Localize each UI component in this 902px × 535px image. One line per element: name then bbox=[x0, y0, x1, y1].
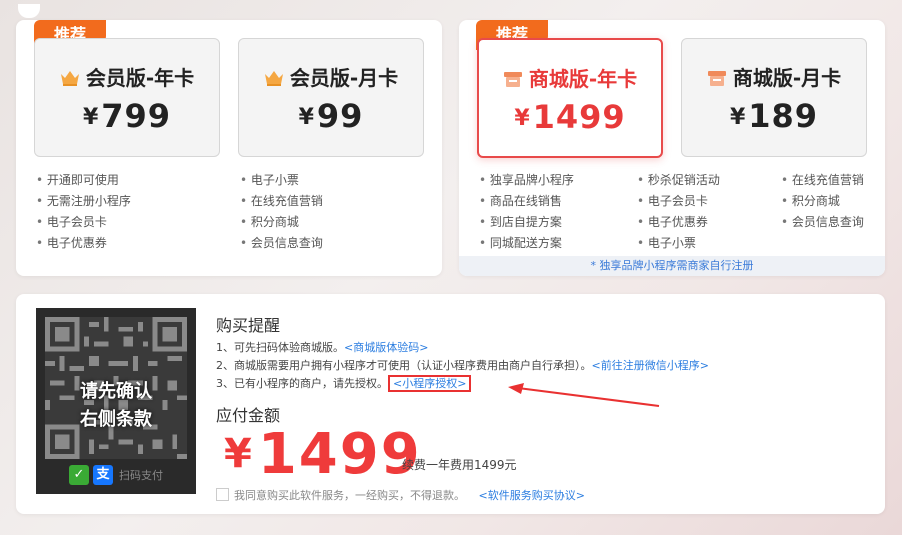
feature-item: 会员信息查询 bbox=[240, 233, 323, 254]
annotation-arrow-icon bbox=[508, 383, 660, 407]
feature-item: 积分商城 bbox=[781, 191, 864, 212]
currency-symbol: ¥ bbox=[514, 106, 531, 131]
experience-code-link[interactable]: <商城版体验码> bbox=[344, 341, 428, 354]
qr-confirm-overlay: 请先确认 右侧条款 bbox=[36, 378, 196, 434]
scan-pay-label: 扫码支付 bbox=[119, 468, 163, 482]
plan-card-price: ¥799 bbox=[35, 97, 219, 135]
qr-footer: ✓ 支扫码支付 bbox=[36, 464, 196, 486]
agree-text: 我同意购买此软件服务，一经购买，不得退款。 bbox=[234, 489, 465, 502]
tip-1: 1、可先扫码体验商城版。<商城版体验码> bbox=[216, 339, 428, 355]
feature-list: 秒杀促销活动 电子会员卡 电子优惠券 电子小票 bbox=[637, 170, 720, 254]
plan-title-text: 会员版-年卡 bbox=[85, 66, 195, 90]
plan-title-text: 商城版-年卡 bbox=[528, 67, 638, 91]
currency-symbol: ¥ bbox=[729, 105, 747, 130]
plan-card-title: 商城版-年卡 bbox=[479, 63, 661, 93]
feature-item: 电子会员卡 bbox=[637, 191, 720, 212]
plan-card-title: 商城版-月卡 bbox=[682, 62, 866, 92]
price-value: 799 bbox=[101, 97, 172, 135]
feature-item: 电子小票 bbox=[240, 170, 323, 191]
member-plan-panel: 推荐 会员版-年卡 ¥799 会员版-月卡 ¥99 开通即可使用 无需注册小程序… bbox=[16, 4, 442, 276]
crown-icon bbox=[60, 68, 80, 92]
crown-icon bbox=[264, 68, 284, 92]
feature-item: 独享品牌小程序 bbox=[479, 170, 574, 191]
plan-card-member-month[interactable]: 会员版-月卡 ¥99 bbox=[238, 38, 424, 157]
feature-item: 电子会员卡 bbox=[36, 212, 131, 233]
feature-list: 开通即可使用 无需注册小程序 电子会员卡 电子优惠券 bbox=[36, 170, 131, 254]
feature-item: 开通即可使用 bbox=[36, 170, 131, 191]
feature-item: 电子优惠券 bbox=[36, 233, 131, 254]
register-miniprogram-link[interactable]: <前往注册微信小程序> bbox=[592, 359, 709, 372]
currency-symbol: ¥ bbox=[224, 431, 254, 477]
wechat-pay-icon: ✓ bbox=[69, 464, 89, 485]
feature-item: 无需注册小程序 bbox=[36, 191, 131, 212]
feature-item: 积分商城 bbox=[240, 212, 323, 233]
feature-item: 在线充值营销 bbox=[240, 191, 323, 212]
plan-card-member-year[interactable]: 会员版-年卡 ¥799 bbox=[34, 38, 220, 157]
miniprogram-authorize-link[interactable]: <小程序授权> bbox=[388, 375, 472, 392]
payment-qr-code[interactable]: 请先确认 右侧条款 ✓ 支扫码支付 bbox=[36, 308, 196, 494]
tip-2: 2、商城版需要用户拥有小程序才可使用（认证小程序费用由商户自行承担）。<前往注册… bbox=[216, 357, 709, 373]
agreement-row: 我同意购买此软件服务，一经购买，不得退款。 <软件服务购买协议> bbox=[216, 487, 585, 503]
price-value: 189 bbox=[748, 97, 819, 135]
price-value: 99 bbox=[316, 97, 364, 135]
panel-tab-notch bbox=[18, 4, 40, 18]
purchase-panel: 请先确认 右侧条款 ✓ 支扫码支付 购买提醒 1、可先扫码体验商城版。<商城版体验… bbox=[16, 294, 885, 514]
tip-text: 3、已有小程序的商户，请先授权。 bbox=[216, 377, 388, 390]
feature-item: 商品在线销售 bbox=[479, 191, 574, 212]
currency-symbol: ¥ bbox=[298, 105, 315, 130]
service-agreement-link[interactable]: <软件服务购买协议> bbox=[479, 489, 585, 502]
tip-text: 2、商城版需要用户拥有小程序才可使用（认证小程序费用由商户自行承担）。 bbox=[216, 359, 592, 372]
renewal-note: 续费一年费用1499元 bbox=[402, 458, 517, 472]
currency-symbol: ¥ bbox=[82, 105, 100, 130]
tip-text: 1、可先扫码体验商城版。 bbox=[216, 341, 344, 354]
feature-list: 在线充值营销 积分商城 会员信息查询 bbox=[781, 170, 864, 233]
shop-icon bbox=[707, 68, 727, 92]
alipay-icon: 支 bbox=[93, 464, 113, 485]
plan-card-title: 会员版-年卡 bbox=[35, 62, 219, 92]
tip-3: 3、已有小程序的商户，请先授权。 <小程序授权> bbox=[216, 375, 472, 392]
agree-checkbox[interactable] bbox=[216, 488, 229, 501]
amount-due: ¥1499 bbox=[224, 422, 422, 487]
plan-card-price: ¥99 bbox=[239, 97, 423, 135]
qr-overlay-text: 请先确认 bbox=[80, 381, 152, 402]
plan-title-text: 商城版-月卡 bbox=[732, 66, 842, 90]
shop-icon bbox=[503, 69, 523, 93]
plan-card-title: 会员版-月卡 bbox=[239, 62, 423, 92]
feature-item: 在线充值营销 bbox=[781, 170, 864, 191]
plan-title-text: 会员版-月卡 bbox=[289, 66, 399, 90]
plan-card-price: ¥189 bbox=[682, 97, 866, 135]
reminder-title: 购买提醒 bbox=[216, 316, 281, 335]
price-value: 1499 bbox=[532, 98, 626, 136]
feature-list: 电子小票 在线充值营销 积分商城 会员信息查询 bbox=[240, 170, 323, 254]
shop-plan-panel: 推荐 商城版-年卡 ¥1499 商城版-月卡 ¥189 独享品牌小程序 商品在线… bbox=[459, 20, 885, 276]
amount-value: 1499 bbox=[257, 422, 422, 487]
feature-item: 会员信息查询 bbox=[781, 212, 864, 233]
plan-card-shop-month[interactable]: 商城版-月卡 ¥189 bbox=[681, 38, 867, 157]
plan-card-shop-year[interactable]: 商城版-年卡 ¥1499 bbox=[477, 38, 663, 158]
feature-list: 独享品牌小程序 商品在线销售 到店自提方案 同城配送方案 bbox=[479, 170, 574, 254]
feature-item: 电子小票 bbox=[637, 233, 720, 254]
shop-registration-note: * 独享品牌小程序需商家自行注册 bbox=[459, 256, 885, 276]
qr-overlay-text: 右侧条款 bbox=[80, 409, 152, 430]
feature-item: 到店自提方案 bbox=[479, 212, 574, 233]
plan-card-price: ¥1499 bbox=[479, 98, 661, 136]
feature-item: 秒杀促销活动 bbox=[637, 170, 720, 191]
feature-item: 电子优惠券 bbox=[637, 212, 720, 233]
feature-item: 同城配送方案 bbox=[479, 233, 574, 254]
